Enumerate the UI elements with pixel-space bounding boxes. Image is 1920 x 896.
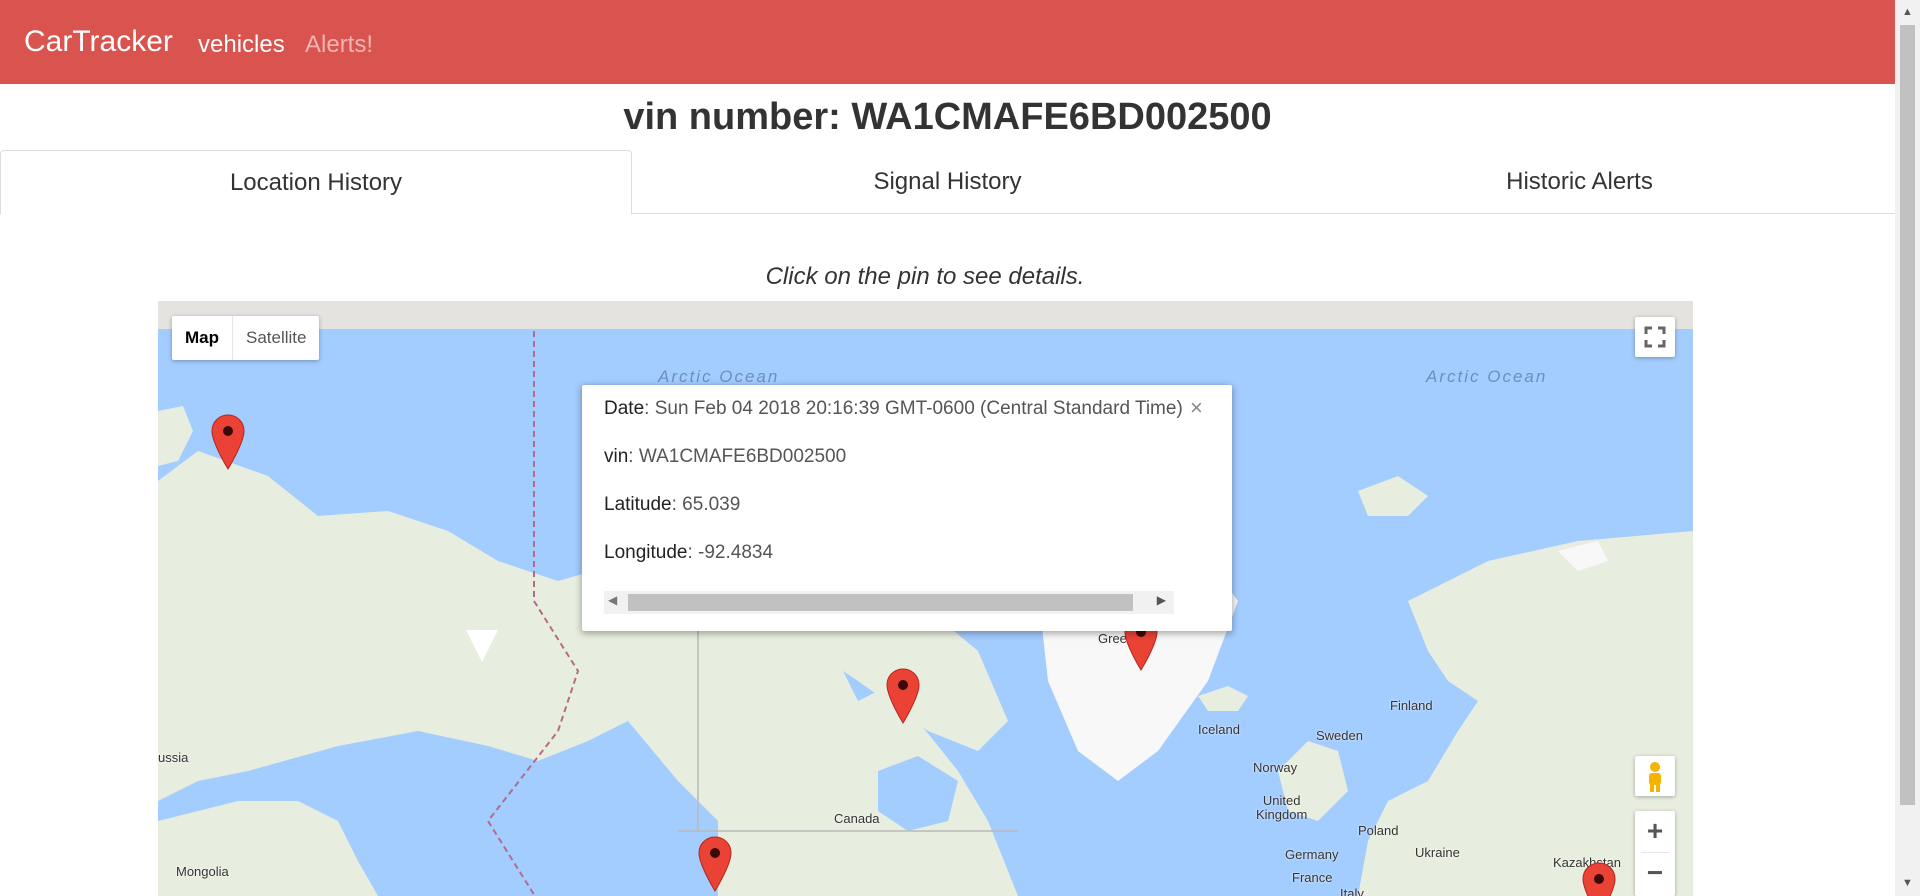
info-window-tail [466,630,498,662]
info-latitude-value: : 65.039 [671,494,741,515]
info-horizontal-scrollbar[interactable]: ◀ ▶ [604,591,1174,614]
map-pin-icon[interactable] [1582,862,1616,896]
info-vin-label: vin [604,446,629,467]
info-date-label: Date [604,398,645,419]
brand-link[interactable]: CarTracker [24,25,173,59]
label-sweden: Sweden [1316,728,1363,743]
label-united-kingdom: United Kingdom [1256,793,1308,822]
scroll-down-arrow-icon[interactable]: ▼ [1895,871,1920,896]
street-view-button[interactable] [1635,756,1675,796]
label-germany: Germany [1285,847,1339,862]
info-longitude-value: : -92.4834 [687,542,774,563]
page-scrollbar[interactable]: ▲ ▼ [1895,0,1920,896]
label-finland: Finland [1390,698,1433,713]
map-pin-icon[interactable] [886,668,920,724]
scroll-left-arrow-icon[interactable]: ◀ [608,593,617,607]
label-italy: Italy [1340,886,1364,896]
map[interactable]: Arctic Ocean Arctic Ocean Green Iceland … [158,301,1693,896]
label-norway: Norway [1253,760,1298,775]
label-arctic-ocean-left: Arctic Ocean [658,367,780,386]
info-latitude-label: Latitude [604,494,672,515]
map-type-satellite-button[interactable]: Satellite [232,316,319,360]
page-title: vin number: WA1CMAFE6BD002500 [623,96,1272,138]
label-poland: Poland [1358,823,1399,838]
fullscreen-button[interactable] [1635,317,1675,357]
map-pin-icon[interactable] [211,414,245,470]
label-iceland: Iceland [1198,722,1240,737]
info-scroll-thumb[interactable] [628,594,1133,611]
navbar: CarTracker vehicles Alerts! [0,0,1895,84]
label-canada: Canada [834,811,880,826]
info-date-row: Date: Sun Feb 04 2018 20:16:39 GMT-0600 … [604,398,1183,420]
label-ukraine: Ukraine [1415,845,1460,860]
zoom-in-button[interactable]: + [1635,811,1675,851]
zoom-control: + − [1635,811,1675,896]
fullscreen-icon [1644,326,1666,348]
label-arctic-ocean-right: Arctic Ocean [1426,367,1548,386]
tab-location-history[interactable]: Location History [0,150,632,215]
info-date-value: : Sun Feb 04 2018 20:16:39 GMT-0600 (Cen… [644,398,1183,419]
tab-signal-history[interactable]: Signal History [632,150,1263,212]
label-france: France [1292,870,1333,885]
map-type-map-button[interactable]: Map [172,316,232,360]
map-type-control: Map Satellite [172,316,320,360]
tab-historic-alerts[interactable]: Historic Alerts [1264,150,1895,212]
info-window: Date: Sun Feb 04 2018 20:16:39 GMT-0600 … [582,385,1232,631]
info-longitude-label: Longitude [604,542,688,563]
pegman-icon [1649,762,1661,792]
map-hint: Click on the pin to see details. [765,263,1085,290]
scroll-right-arrow-icon[interactable]: ▶ [1157,593,1166,607]
close-icon[interactable]: × [1190,395,1203,421]
info-longitude-row: Longitude: -92.4834 [604,542,773,564]
scroll-up-arrow-icon[interactable]: ▲ [1895,0,1920,25]
label-mongolia: Mongolia [176,864,229,879]
label-russia: ussia [158,750,189,765]
map-pin-icon[interactable] [698,836,732,892]
nav-alerts-link[interactable]: Alerts! [305,31,373,59]
info-vin-value: : WA1CMAFE6BD002500 [628,446,847,467]
zoom-out-button[interactable]: − [1635,853,1675,893]
scroll-thumb[interactable] [1900,25,1915,805]
info-latitude-row: Latitude: 65.039 [604,494,740,516]
nav-vehicles-link[interactable]: vehicles [198,31,285,59]
tab-bar: Location History Signal History Historic… [0,150,1895,215]
info-vin-row: vin: WA1CMAFE6BD002500 [604,446,846,468]
